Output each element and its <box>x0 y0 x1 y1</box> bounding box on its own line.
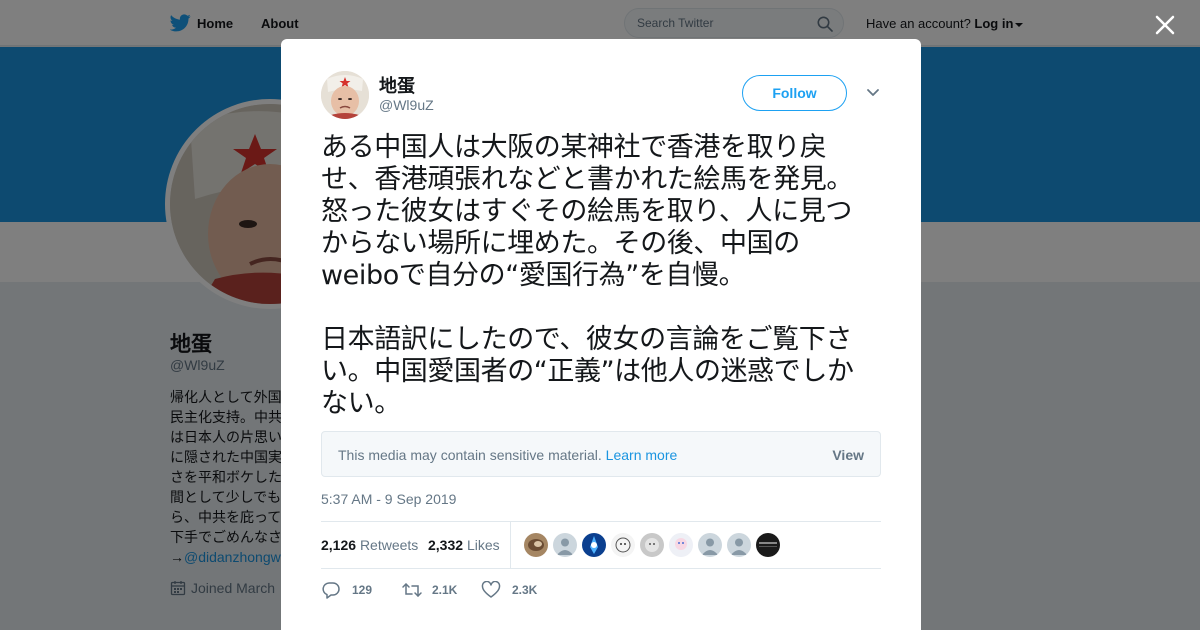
like-stat[interactable]: 2,332 Likes <box>428 537 500 553</box>
follow-button[interactable]: Follow <box>742 75 847 111</box>
avatar-portrait-icon <box>321 71 369 119</box>
author-name[interactable]: 地蛋 <box>379 72 415 98</box>
retweet-icon <box>402 583 422 597</box>
retweet-count: 2,126 <box>321 537 357 553</box>
tweet-text: ある中国人は大阪の某神社で香港を取り戻 せ、香港頑張れなどと書かれた絵馬を発見。… <box>321 132 881 420</box>
stats-divider <box>510 522 511 568</box>
like-count: 2,332 <box>428 537 464 553</box>
tweet-timestamp[interactable]: 5:37 AM - 9 Sep 2019 <box>321 491 456 507</box>
view-media-button[interactable]: View <box>832 447 864 463</box>
author-handle[interactable]: @Wl9uZ <box>379 97 434 113</box>
tweet-paragraph: 日本語訳にしたので、彼女の言論をご覧下さ い。中国愛国者の“正義”は他人の迷惑で… <box>321 324 881 420</box>
retweet-label: Retweets <box>359 537 419 553</box>
tweet-line: 日本語訳にしたので、彼女の言論をご覧下さ <box>321 324 852 355</box>
tweet-line: weiboで自分の“愛国行為”を自慢。 <box>321 260 746 291</box>
liker-avatar[interactable] <box>727 533 751 557</box>
liker-avatar[interactable] <box>582 533 606 557</box>
liker-avatar[interactable] <box>611 533 635 557</box>
liker-avatar[interactable] <box>524 533 548 557</box>
tweet-line: い。中国愛国者の“正義”は他人の迷惑でしか <box>321 356 854 387</box>
liker-avatar[interactable] <box>553 533 577 557</box>
retweet-stat[interactable]: 2,126 Retweets <box>321 537 418 553</box>
tweet-stats: 2,126 Retweets 2,332 Likes <box>321 521 881 569</box>
like-action-count: 2.3K <box>512 583 538 597</box>
tweet-line: せ、香港頑張れなどと書かれた絵馬を発見。 <box>321 164 853 195</box>
liker-avatar[interactable] <box>640 533 664 557</box>
learn-more-link[interactable]: Learn more <box>606 447 678 463</box>
sensitive-media-warning: This media may contain sensitive materia… <box>321 431 881 477</box>
liker-avatar[interactable] <box>698 533 722 557</box>
tweet-line: ない。 <box>321 388 401 419</box>
tweet-line: 怒った彼女はすぐその絵馬を取り、人に見つ <box>321 196 852 227</box>
retweet-action-count: 2.1K <box>432 583 458 597</box>
liker-avatar[interactable] <box>756 533 780 557</box>
heart-icon <box>481 581 501 598</box>
tweet-paragraph: ある中国人は大阪の某神社で香港を取り戻 せ、香港頑張れなどと書かれた絵馬を発見。… <box>321 132 881 292</box>
sensitive-notice: This media may contain sensitive materia… <box>338 447 677 463</box>
reply-count: 129 <box>352 583 373 597</box>
tweet-line: からない場所に埋めた。その後、中国の <box>321 228 800 259</box>
author-avatar[interactable] <box>321 71 369 119</box>
liker-avatar[interactable] <box>669 533 693 557</box>
like-label: Likes <box>466 537 500 553</box>
chevron-down-icon[interactable] <box>866 87 880 99</box>
reply-icon <box>322 582 340 599</box>
sensitive-notice-text: This media may contain sensitive materia… <box>338 447 602 463</box>
close-icon[interactable] <box>1152 12 1178 38</box>
tweet-line: ある中国人は大阪の某神社で香港を取り戻 <box>321 132 827 163</box>
tweet-modal: 地蛋 @Wl9uZ Follow ある中国人は大阪の某神社で香港を取り戻 せ、香… <box>281 39 921 630</box>
